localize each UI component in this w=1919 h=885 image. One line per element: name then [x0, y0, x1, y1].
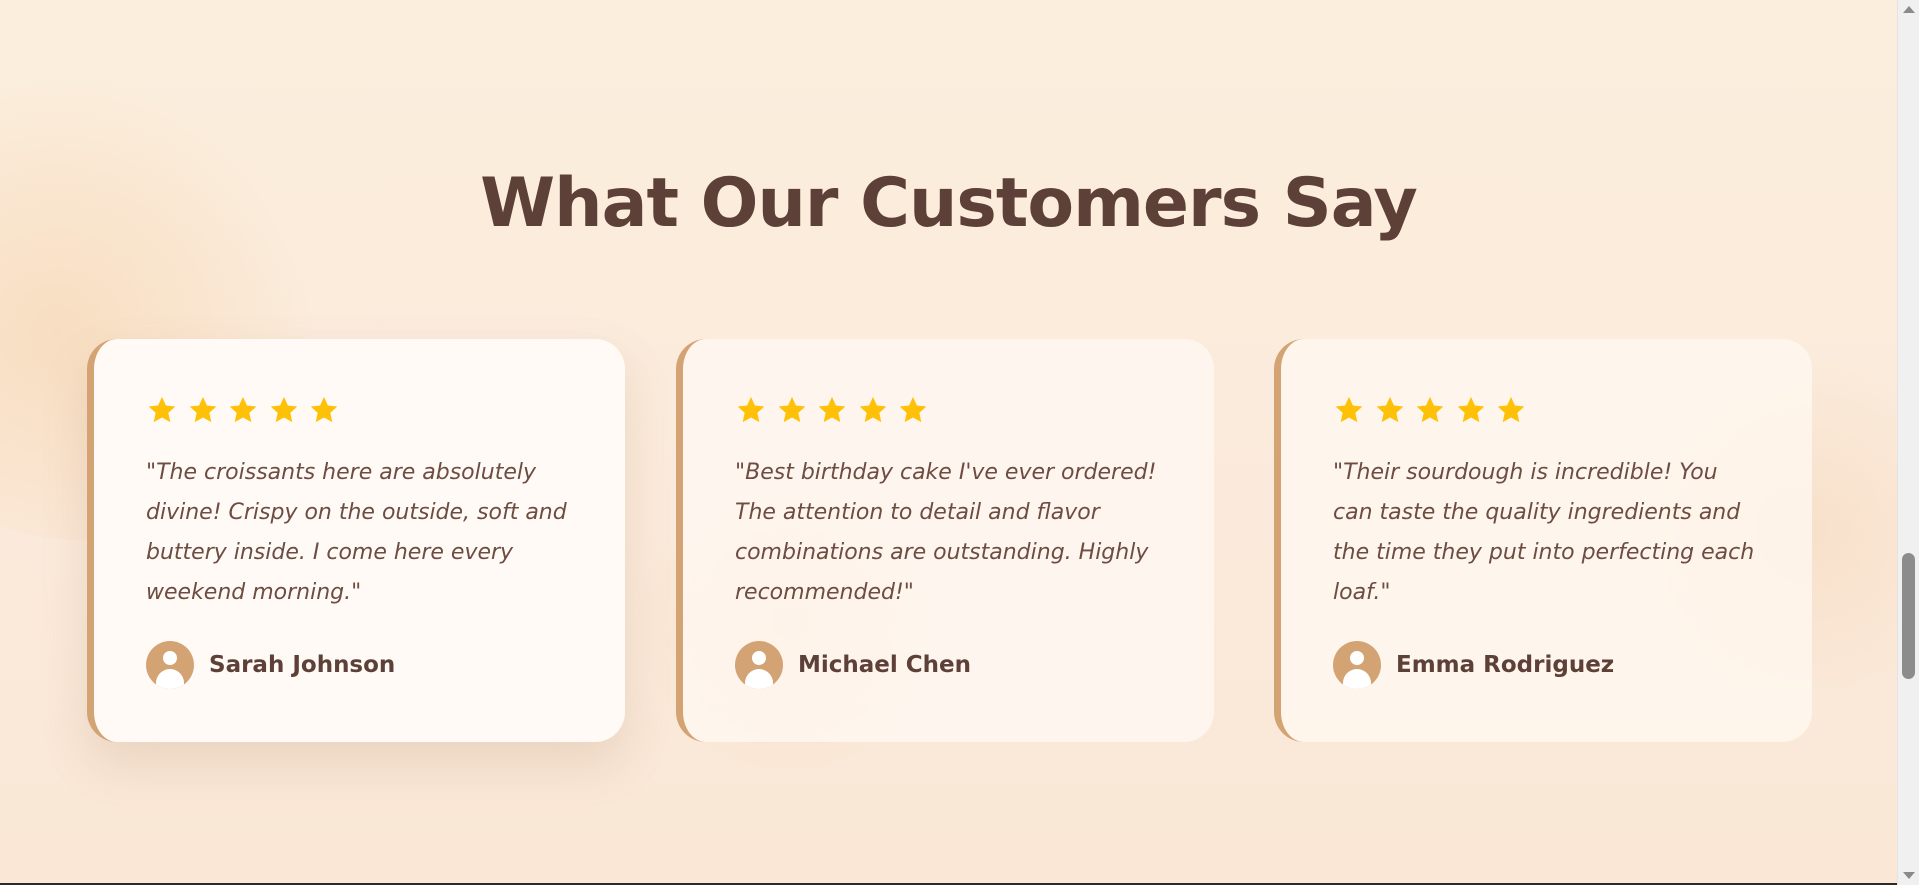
testimonial-author: Emma Rodriguez: [1333, 641, 1812, 689]
star-icon: [899, 396, 927, 423]
star-icon: [778, 396, 805, 423]
star-icon: [737, 396, 765, 423]
star-icon: [270, 396, 297, 423]
user-avatar-icon: [146, 641, 194, 689]
star-icon: [1497, 396, 1525, 423]
scrollbar-thumb[interactable]: [1902, 553, 1915, 679]
section-title: What Our Customers Say: [480, 164, 1418, 243]
star-icon: [310, 396, 338, 423]
star-icon: [1416, 396, 1444, 423]
testimonial-author: Sarah Johnson: [146, 641, 625, 689]
star-icon: [818, 396, 846, 423]
star-icon: [1457, 396, 1484, 423]
star-rating: [735, 391, 1214, 429]
testimonial-card: "Their sourdough is incredible! You can …: [1274, 339, 1812, 742]
testimonial-author: Michael Chen: [735, 641, 1214, 689]
star-icon: [189, 396, 216, 423]
star-icon: [148, 396, 176, 423]
vertical-scrollbar[interactable]: [1897, 0, 1919, 885]
user-avatar-icon: [735, 641, 783, 689]
user-avatar-icon: [1333, 641, 1381, 689]
star-rating: [1333, 391, 1812, 429]
testimonial-quote: "Their sourdough is incredible! You can …: [1333, 460, 1755, 605]
star-rating: [146, 391, 625, 429]
testimonials-section: What Our Customers Say "The croissants h…: [0, 0, 1897, 885]
star-icon: [229, 396, 257, 423]
testimonial-card: "The croissants here are absolutely divi…: [87, 339, 625, 742]
author-name: Michael Chen: [798, 652, 972, 678]
star-icon: [1376, 396, 1403, 423]
testimonial-quote: "The croissants here are absolutely divi…: [146, 460, 567, 605]
author-name: Sarah Johnson: [209, 652, 396, 678]
testimonial-card: "Best birthday cake I've ever ordered! T…: [676, 339, 1214, 742]
scroll-up-arrow-icon[interactable]: [1903, 6, 1915, 13]
star-icon: [1335, 396, 1363, 423]
scroll-down-arrow-icon[interactable]: [1903, 872, 1915, 879]
star-icon: [859, 396, 886, 423]
testimonial-quote: "Best birthday cake I've ever ordered! T…: [735, 460, 1157, 605]
author-name: Emma Rodriguez: [1396, 652, 1615, 678]
